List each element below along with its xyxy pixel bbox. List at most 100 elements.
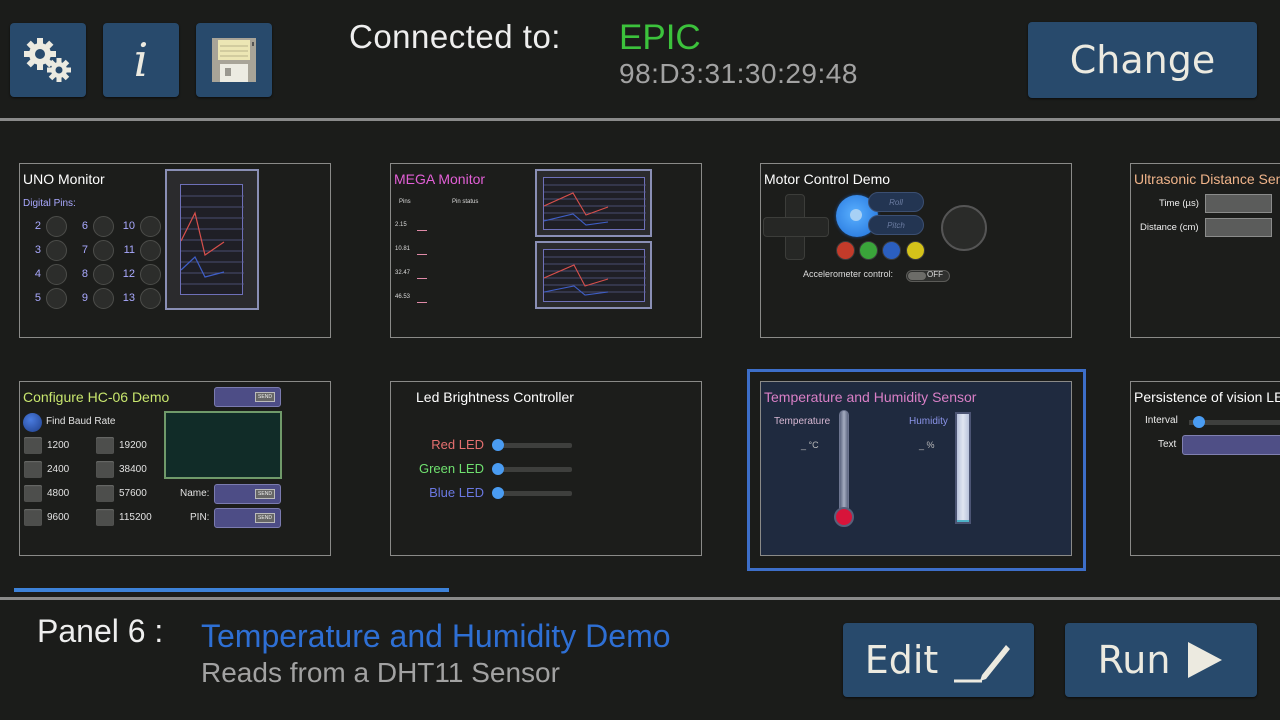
baud-rate-checkbox[interactable]: [96, 485, 114, 502]
roll-indicator: Roll: [868, 192, 924, 212]
find-baud-label: Find Baud Rate: [46, 416, 116, 427]
panel-configure-hc06[interactable]: Configure HC-06 Demo SEND Find Baud Rate…: [19, 381, 331, 556]
pin-indicator: [140, 288, 161, 309]
panel-scrollbar[interactable]: [14, 588, 449, 592]
thermometer-bulb: [834, 507, 854, 527]
device-address: 98:D3:31:30:29:48: [619, 58, 858, 89]
red-button[interactable]: [836, 241, 855, 260]
connection-label: Connected to:: [349, 18, 561, 55]
led-brightness-slider[interactable]: [498, 443, 572, 448]
panel-title: Persistence of vision LE: [1134, 389, 1280, 405]
baud-rate-checkbox[interactable]: [96, 461, 114, 478]
pin-indicator: [93, 216, 114, 237]
mega-chart-2-plot: [543, 256, 646, 296]
led-brightness-slider[interactable]: [498, 467, 572, 472]
panel-title: UNO Monitor: [23, 171, 105, 187]
panel-name: Temperature and Humidity Demo: [201, 618, 671, 654]
time-label: Time (µs): [1159, 198, 1199, 209]
accelerometer-label: Accelerometer control:: [803, 269, 894, 279]
hc06-output-screen: [164, 411, 282, 479]
pencil-icon: [954, 645, 1011, 683]
settings-button[interactable]: [10, 23, 86, 97]
panel-title: Configure HC-06 Demo: [23, 389, 170, 405]
device-name: EPIC: [619, 18, 701, 57]
panel-uno-monitor[interactable]: UNO Monitor Digital Pins: 2 3 4 5 6 7 8 9 10 11 12…: [19, 163, 331, 338]
uno-red-series: [180, 211, 225, 256]
pin-label: 10: [122, 220, 135, 232]
change-device-button[interactable]: Change: [1028, 22, 1257, 98]
pin-label: 11: [123, 244, 135, 256]
top-divider: [0, 118, 1280, 121]
led-brightness-slider[interactable]: [498, 491, 572, 496]
send-name-button[interactable]: SEND: [214, 484, 281, 504]
baud-rate-label: 2400: [47, 464, 70, 475]
mega-1-red-series: [543, 192, 609, 216]
pin-label: 6: [81, 220, 88, 232]
pin-label: 8: [81, 268, 88, 280]
panel-motor-control[interactable]: Motor Control Demo Roll Pitch Accelerome…: [760, 163, 1072, 338]
humidity-bar: [955, 412, 971, 524]
temperature-label: Temperature: [774, 416, 831, 427]
mega-1-blue-series: [543, 213, 609, 226]
uno-chart-plot: [180, 195, 244, 285]
edit-button[interactable]: Edit: [843, 623, 1034, 697]
pitch-indicator: Pitch: [868, 215, 924, 235]
baud-rate-checkbox[interactable]: [24, 461, 42, 478]
humidity-value: _ %: [919, 440, 935, 450]
send-pin-button[interactable]: SEND: [214, 508, 281, 528]
led-slider-thumb[interactable]: [492, 463, 504, 475]
speed-knob[interactable]: [941, 205, 987, 251]
panel-title: Motor Control Demo: [764, 171, 891, 187]
text-label: Text: [1158, 439, 1177, 450]
pin-label: 9: [81, 292, 88, 304]
yellow-button[interactable]: [906, 241, 925, 260]
led-slider-thumb[interactable]: [492, 487, 504, 499]
led-slider-thumb[interactable]: [492, 439, 504, 451]
save-button[interactable]: [196, 23, 272, 97]
pin-indicator: [140, 264, 161, 285]
distance-field: [1205, 218, 1272, 237]
time-field: [1205, 194, 1272, 213]
distance-label: Distance (cm): [1140, 222, 1199, 233]
mega-2-red-series: [543, 264, 609, 287]
panel-ultrasonic-distance[interactable]: Ultrasonic Distance Sen Time (µs) Distan…: [1130, 163, 1280, 338]
panel-mega-monitor[interactable]: MEGA Monitor Pins Pin status 2.15 10.81 32…: [390, 163, 702, 338]
analog-value: 10.81: [395, 246, 411, 252]
accelerometer-toggle[interactable]: OFF: [906, 270, 950, 282]
pin-label: PIN:: [190, 512, 210, 523]
info-icon: i: [133, 33, 149, 87]
info-button[interactable]: i: [103, 23, 179, 97]
panel-temperature-humidity[interactable]: Temperature and Humidity Sensor Temperat…: [760, 381, 1072, 556]
interval-slider-thumb[interactable]: [1193, 416, 1205, 428]
send-command-button[interactable]: SEND: [214, 387, 281, 407]
analog-bar: [417, 254, 427, 255]
find-baud-radio[interactable]: [23, 413, 42, 432]
baud-rate-checkbox[interactable]: [24, 437, 42, 454]
pin-status-header: Pin status: [452, 199, 479, 205]
pin-indicator: [140, 240, 161, 261]
toggle-state: OFF: [927, 270, 943, 279]
analog-value: 32.47: [395, 270, 411, 276]
digital-pins-label: Digital Pins:: [23, 198, 76, 209]
pin-label: 7: [81, 244, 88, 256]
pin-indicator: [46, 288, 67, 309]
baud-rate-checkbox[interactable]: [24, 485, 42, 502]
baud-rate-label: 9600: [47, 512, 70, 523]
pov-text-input[interactable]: [1182, 435, 1280, 455]
blue-button[interactable]: [882, 241, 901, 260]
green-button[interactable]: [859, 241, 878, 260]
baud-rate-label: 19200: [119, 440, 147, 451]
pin-label: 2: [34, 220, 41, 232]
run-button[interactable]: Run: [1065, 623, 1257, 697]
panel-persistence-of-vision[interactable]: Persistence of vision LE Interval Text: [1130, 381, 1280, 556]
baud-rate-label: 1200: [47, 440, 70, 451]
baud-rate-checkbox[interactable]: [24, 509, 42, 526]
mega-chart-1: [535, 169, 652, 237]
uno-chart: [165, 169, 259, 310]
pin-indicator: [46, 264, 67, 285]
uno-blue-series: [180, 256, 225, 278]
baud-rate-checkbox[interactable]: [96, 509, 114, 526]
baud-rate-checkbox[interactable]: [96, 437, 114, 454]
pin-indicator: [46, 240, 67, 261]
panel-led-brightness[interactable]: Led Brightness Controller Red LED Green L…: [390, 381, 702, 556]
